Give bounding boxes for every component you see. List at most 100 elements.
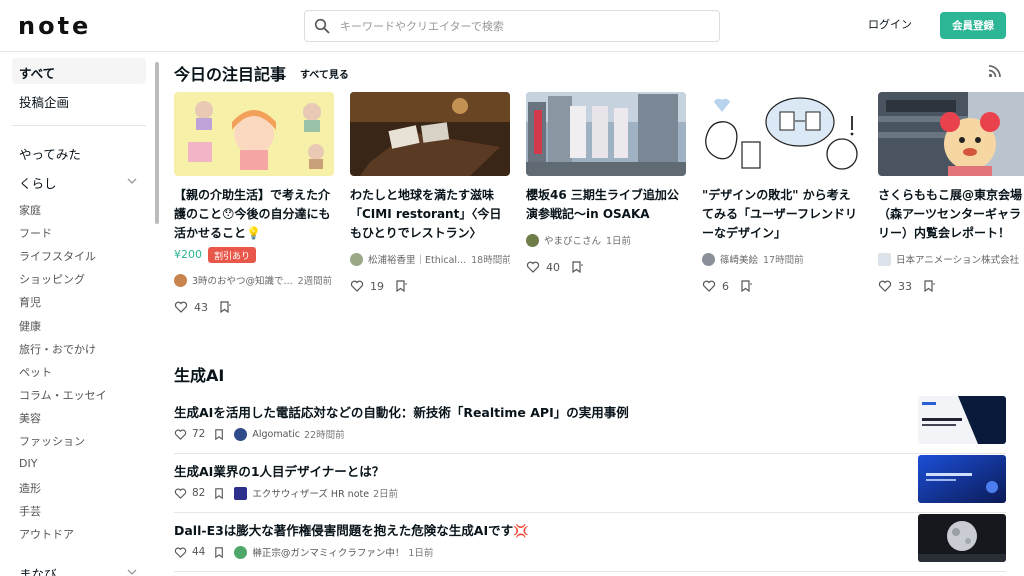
article-card[interactable]: 櫻坂46 三期生ライブ追加公演参戦記〜in OSAKA やまびこさん 1日前 4… xyxy=(526,92,686,322)
sidebar-sub-parenting[interactable]: 育児 xyxy=(19,294,41,310)
search-input[interactable] xyxy=(340,19,700,33)
sidebar-sub-handicraft[interactable]: 手芸 xyxy=(19,503,41,519)
article-title[interactable]: 櫻坂46 三期生ライブ追加公演参戦記〜in OSAKA xyxy=(526,186,686,224)
like-count: 6 xyxy=(722,279,729,293)
article-thumbnail[interactable] xyxy=(918,455,1006,503)
bookmark-icon[interactable] xyxy=(213,546,226,559)
heart-icon[interactable] xyxy=(174,487,187,500)
sidebar-sub-health[interactable]: 健康 xyxy=(19,318,41,334)
article-meta: 44 榊正宗@ガンマミィクラファン中！ 1日前 xyxy=(174,544,433,560)
sidebar-sub-food[interactable]: フード xyxy=(19,225,52,241)
article-thumbnail[interactable] xyxy=(702,92,862,176)
avatar xyxy=(526,233,539,247)
heart-icon[interactable] xyxy=(174,300,188,314)
list-item[interactable]: 生成AIを活用した電話応対などの自動化：新技術「Realtime API」の実用… xyxy=(174,396,1006,454)
article-thumbnail[interactable] xyxy=(350,92,510,176)
sidebar-sub-travel[interactable]: 旅行・おでかけ xyxy=(19,341,96,357)
rss-icon[interactable] xyxy=(988,64,1002,78)
like-count: 33 xyxy=(898,279,912,293)
avatar xyxy=(174,273,187,287)
bookmark-icon[interactable] xyxy=(213,428,226,441)
register-button[interactable]: 会員登録 xyxy=(940,12,1006,39)
sidebar-sub-family[interactable]: 家庭 xyxy=(19,202,41,218)
sidebar-sub-outdoor[interactable]: アウトドア xyxy=(19,526,74,542)
heart-icon[interactable] xyxy=(350,279,364,293)
article-card[interactable]: わたしと地球を満たす滋味「CIMI restorant」〈今日もひとりでレストラ… xyxy=(350,92,510,322)
avatar xyxy=(234,427,248,441)
bookmark-icon[interactable] xyxy=(213,487,226,500)
sidebar-divider xyxy=(12,125,146,126)
see-all-link[interactable]: すべて見る xyxy=(300,66,349,81)
sidebar: すべて 投稿企画 やってみた くらし 家庭 フード ライフスタイル ショッピング… xyxy=(0,52,160,576)
article-author[interactable]: やまびこさん 1日前 xyxy=(526,233,686,247)
login-link[interactable]: ログイン xyxy=(868,16,912,32)
post-time: 18時間前 xyxy=(471,255,510,266)
article-title[interactable]: "デザインの敗北" から考えてみる「ユーザーフレンドリーなデザイン」 xyxy=(702,186,862,243)
article-meta: 72 Algomatic 22時間前 xyxy=(174,426,345,442)
sidebar-sub-lifestyle[interactable]: ライフスタイル xyxy=(19,248,96,264)
author-name[interactable]: 榊正宗@ガンマミィクラファン中！ xyxy=(252,545,404,559)
heart-icon[interactable] xyxy=(174,546,187,559)
author-name[interactable]: Algomatic xyxy=(252,429,300,440)
bookmark-icon[interactable] xyxy=(922,279,936,293)
sidebar-sub-beauty[interactable]: 美容 xyxy=(19,410,41,426)
discount-badge: 割引あり xyxy=(208,247,257,263)
article-title[interactable]: 生成AIを活用した電話応対などの自動化：新技術「Realtime API」の実用… xyxy=(174,402,629,421)
heart-icon[interactable] xyxy=(878,279,892,293)
sidebar-sub-modeling[interactable]: 造形 xyxy=(19,480,41,496)
featured-title: 今日の注目記事 xyxy=(174,65,287,84)
article-price: ¥200 xyxy=(174,248,202,261)
article-title[interactable]: 生成AI業界の1人目デザイナーとは？ xyxy=(174,461,384,480)
article-author[interactable]: 篠崎美絵 17時間前 xyxy=(702,252,862,266)
article-card[interactable]: 【親の介助生活】で考えた介護のこと😯今後の自分達にも活かせること💡 ¥200 割… xyxy=(174,92,334,322)
article-author[interactable]: 松浦裕香里｜Ethical... 18時間前 xyxy=(350,252,510,266)
bookmark-icon[interactable] xyxy=(570,260,584,274)
list-item[interactable]: Dall-E3は膨大な著作権侵害問題を抱えた危険な生成AIです💢 44 榊正宗@… xyxy=(174,514,1006,572)
sidebar-sub-diy[interactable]: DIY xyxy=(19,457,37,470)
like-count: 43 xyxy=(194,300,208,314)
sidebar-item-all-label[interactable]: すべて xyxy=(19,63,55,82)
article-stats: 43 xyxy=(174,299,232,315)
sidebar-item-life[interactable]: くらし xyxy=(19,173,57,192)
bookmark-icon[interactable] xyxy=(394,279,408,293)
article-thumbnail[interactable] xyxy=(918,514,1006,562)
article-thumbnail[interactable] xyxy=(174,92,334,176)
like-count: 82 xyxy=(192,487,206,499)
article-title[interactable]: Dall-E3は膨大な著作権侵害問題を抱えた危険な生成AIです💢 xyxy=(174,520,529,539)
heart-icon[interactable] xyxy=(702,279,716,293)
sidebar-sub-pet[interactable]: ペット xyxy=(19,364,52,380)
chevron-down-icon[interactable] xyxy=(126,566,138,576)
avatar xyxy=(702,252,715,266)
bookmark-icon[interactable] xyxy=(218,300,232,314)
article-title[interactable]: 【親の介助生活】で考えた介護のこと😯今後の自分達にも活かせること💡 xyxy=(174,186,334,243)
heart-icon[interactable] xyxy=(526,260,540,274)
sidebar-sub-column[interactable]: コラム・エッセイ xyxy=(19,387,107,403)
article-title[interactable]: さくらももこ展@東京会場（森アーツセンターギャラリー）内覧会レポート！ xyxy=(878,186,1024,243)
article-author[interactable]: 3時のおやつ@知識で... 2週間前 xyxy=(174,273,334,287)
heart-icon[interactable] xyxy=(174,428,187,441)
sidebar-sub-shopping[interactable]: ショッピング xyxy=(19,271,85,287)
post-time: 17時間前 xyxy=(763,255,804,266)
bookmark-icon[interactable] xyxy=(739,279,753,293)
search-box[interactable] xyxy=(304,10,720,42)
article-title[interactable]: わたしと地球を満たす滋味「CIMI restorant」〈今日もひとりでレストラ… xyxy=(350,186,510,243)
article-card[interactable]: "デザインの敗北" から考えてみる「ユーザーフレンドリーなデザイン」 篠崎美絵 … xyxy=(702,92,862,322)
author-name: 日本アニメーション株式会社 xyxy=(896,255,1020,266)
article-thumbnail[interactable] xyxy=(918,396,1006,444)
sidebar-item-learning[interactable]: まなび xyxy=(19,564,57,576)
sidebar-sub-fashion[interactable]: ファッション xyxy=(19,433,85,449)
author-name[interactable]: エクサウィザーズ HR note xyxy=(252,486,369,500)
article-author[interactable]: 日本アニメーション株式会社 xyxy=(878,252,1024,266)
article-card[interactable]: さくらももこ展@東京会場（森アーツセンターギャラリー）内覧会レポート！ 日本アニ… xyxy=(878,92,1024,322)
article-thumbnail[interactable] xyxy=(878,92,1024,176)
sidebar-scrollbar[interactable] xyxy=(155,62,159,224)
section-title: 生成AI xyxy=(174,366,225,385)
list-item[interactable]: 生成AI業界の1人目デザイナーとは？ 82 エクサウィザーズ HR note 2… xyxy=(174,455,1006,513)
avatar xyxy=(234,545,248,559)
chevron-down-icon[interactable] xyxy=(126,175,138,187)
article-thumbnail[interactable] xyxy=(526,92,686,176)
sidebar-item-contests[interactable]: 投稿企画 xyxy=(19,92,69,111)
sidebar-item-tried[interactable]: やってみた xyxy=(19,144,81,163)
post-time: 1日前 xyxy=(606,236,632,247)
note-logo[interactable]: note xyxy=(18,12,91,40)
